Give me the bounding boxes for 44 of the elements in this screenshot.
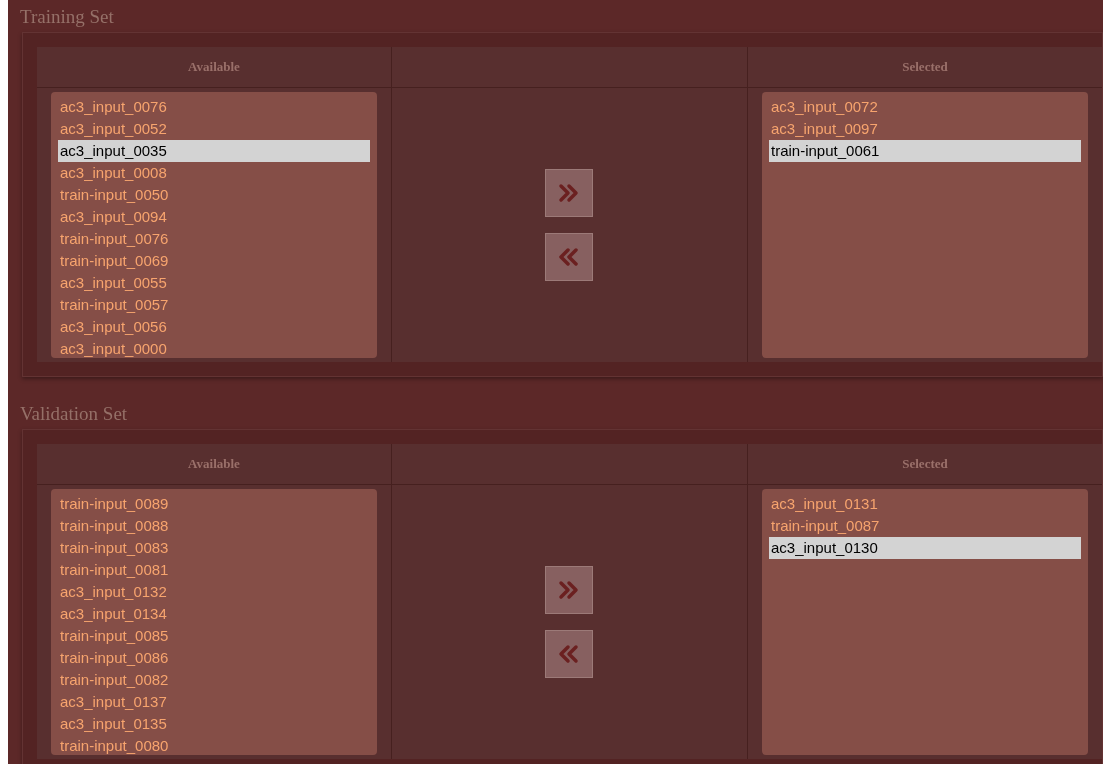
move-right-button[interactable] [544, 566, 593, 614]
column-header: Available [188, 455, 240, 474]
move-left-button[interactable] [544, 630, 593, 678]
list-box[interactable]: ac3_input_0076 ac3_input_0052 ac3_input_0035 ac3_input_0008 train-input_0050 ac3_input_0094 train-input_0076 train-input_0069 ac3_input_0055 train-input_0057 ac3_input_0056 ac3_input_0000 [51, 92, 377, 358]
move-right-button[interactable] [544, 169, 593, 217]
list-item[interactable]: ac3_input_0055 [58, 272, 370, 294]
column-header: Selected [902, 58, 948, 77]
list-box[interactable]: train-input_0089 train-input_0088 train-input_0083 train-input_0081 ac3_input_0132 ac3_input_0134 train-input_0085 train-input_0086 train-input_0082 ac3_input_0137 ac3_input_0135 train-input_0080 [51, 489, 377, 755]
list-box[interactable]: ac3_input_0131 train-input_0087 ac3_input_0130 [762, 489, 1088, 755]
list-item[interactable]: ac3_input_0008 [58, 162, 370, 184]
list-item[interactable]: ac3_input_0137 [58, 691, 370, 713]
list-item[interactable]: train-input_0050 [58, 184, 370, 206]
list-item[interactable]: ac3_input_0094 [58, 206, 370, 228]
list-item[interactable]: train-input_0076 [58, 228, 370, 250]
list-item[interactable]: train-input_0080 [58, 735, 370, 755]
list-item[interactable]: train-input_0083 [58, 537, 370, 559]
list-item[interactable]: train-input_0088 [58, 515, 370, 537]
list-box[interactable]: ac3_input_0072 ac3_input_0097 train-input_0061 [762, 92, 1088, 358]
list-item[interactable]: train-input_0082 [58, 669, 370, 691]
move-left-button[interactable] [544, 233, 593, 281]
list-item[interactable]: ac3_input_0035 [58, 140, 370, 162]
section-title: Validation Set [20, 403, 129, 425]
list-item[interactable]: ac3_input_0097 [769, 118, 1081, 140]
list-item[interactable]: train-input_0057 [58, 294, 370, 316]
list-item[interactable]: ac3_input_0130 [769, 537, 1081, 559]
list-item[interactable]: ac3_input_0076 [58, 96, 370, 118]
column-header: Available [188, 58, 240, 77]
list-item[interactable]: ac3_input_0134 [58, 603, 370, 625]
list-item[interactable]: ac3_input_0000 [58, 338, 370, 358]
list-item[interactable]: train-input_0085 [58, 625, 370, 647]
list-item[interactable]: train-input_0089 [58, 493, 370, 515]
column-header: Selected [902, 455, 948, 474]
list-item[interactable]: train-input_0061 [769, 140, 1081, 162]
list-item[interactable]: train-input_0086 [58, 647, 370, 669]
list-item[interactable]: train-input_0069 [58, 250, 370, 272]
list-item[interactable]: ac3_input_0072 [769, 96, 1081, 118]
list-item[interactable]: ac3_input_0135 [58, 713, 370, 735]
list-item[interactable]: ac3_input_0056 [58, 316, 370, 338]
section-title: Training Set [20, 6, 115, 28]
list-item[interactable]: train-input_0087 [769, 515, 1081, 537]
list-item[interactable]: ac3_input_0052 [58, 118, 370, 140]
list-item[interactable]: ac3_input_0132 [58, 581, 370, 603]
list-item[interactable]: train-input_0081 [58, 559, 370, 581]
list-item[interactable]: ac3_input_0131 [769, 493, 1081, 515]
